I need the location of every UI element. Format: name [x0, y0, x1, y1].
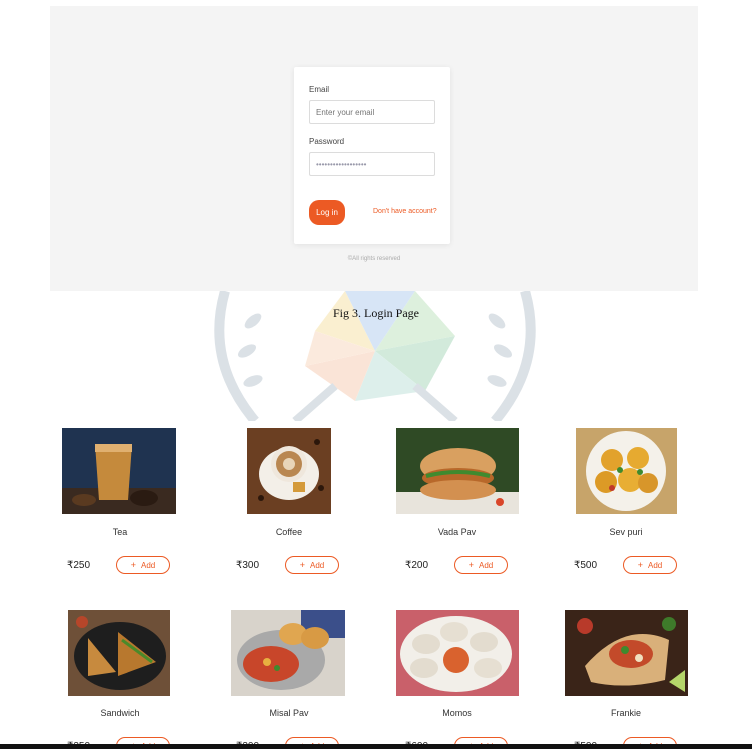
momos-image: [396, 610, 519, 696]
plus-icon: +: [637, 560, 644, 570]
item-name: Sandwich: [100, 708, 140, 718]
misal-pav-image: [231, 610, 345, 696]
item-name: Momos: [442, 708, 472, 718]
login-card: Email Password Log in Don't have account…: [294, 67, 450, 244]
item-price: ₹300: [236, 560, 260, 571]
signup-link[interactable]: Don't have account?: [373, 208, 437, 215]
item-name: Vada Pav: [437, 527, 477, 537]
document-page: Email Password Log in Don't have account…: [0, 0, 752, 749]
email-label: Email: [309, 85, 330, 94]
bottom-divider: [0, 744, 752, 749]
add-button[interactable]: + Add: [454, 556, 508, 574]
email-field[interactable]: [309, 100, 435, 124]
add-label: Add: [479, 560, 494, 570]
item-price: ₹250: [67, 560, 91, 571]
add-label: Add: [648, 560, 663, 570]
figure-caption: Fig 3. Login Page: [333, 306, 419, 320]
add-button[interactable]: + Add: [623, 556, 677, 574]
sandwich-image: [68, 610, 170, 696]
password-field[interactable]: [309, 152, 435, 176]
item-name: Coffee: [275, 527, 303, 537]
coffee-image: [247, 428, 331, 514]
copyright-text: ©All rights reserved: [347, 256, 401, 262]
add-label: Add: [310, 560, 325, 570]
item-price: ₹200: [405, 560, 429, 571]
item-name: Frankie: [610, 708, 641, 718]
login-button[interactable]: Log in: [309, 200, 345, 225]
login-screenshot: Email Password Log in Don't have account…: [50, 6, 698, 291]
password-label: Password: [309, 137, 345, 146]
item-name: Tea: [112, 527, 128, 537]
tea-image: [62, 428, 176, 514]
frankie-image: [565, 610, 688, 696]
plus-icon: +: [468, 560, 475, 570]
add-button[interactable]: + Add: [116, 556, 170, 574]
item-name: Sev puri: [609, 527, 643, 537]
item-price: ₹500: [574, 560, 598, 571]
add-button[interactable]: + Add: [285, 556, 339, 574]
plus-icon: +: [130, 560, 137, 570]
vada-pav-image: [396, 428, 519, 514]
add-label: Add: [141, 560, 156, 570]
plus-icon: +: [299, 560, 306, 570]
sev-puri-image: [576, 428, 677, 514]
item-name: Misal Pav: [269, 708, 309, 718]
